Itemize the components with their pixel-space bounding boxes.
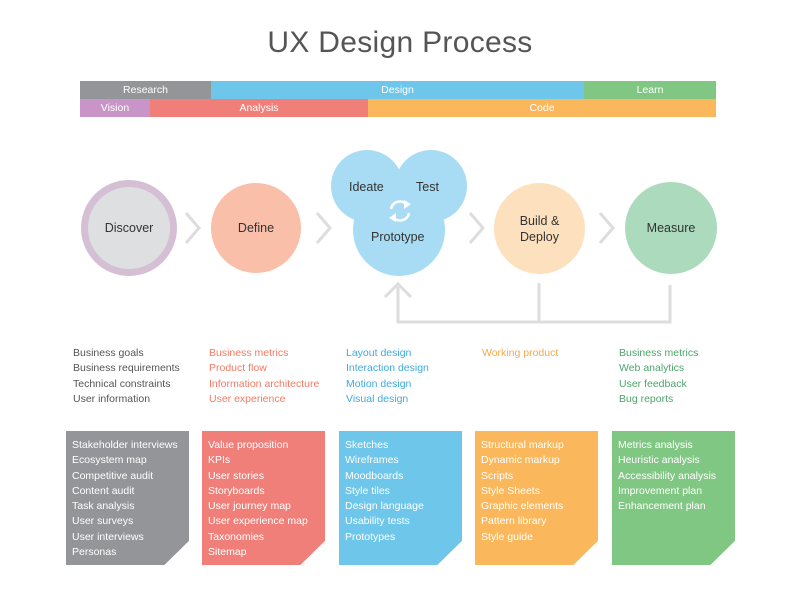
outputs-build: Working product	[482, 346, 558, 361]
list-item: Value proposition	[208, 439, 289, 451]
list-item: Enhancement plan	[618, 500, 706, 513]
stage-discover: Discover	[81, 180, 177, 276]
list-item: Accessibility analysis	[618, 469, 717, 482]
stage-measure: Measure	[625, 182, 717, 274]
stage-build-deploy: Build & Deploy	[494, 183, 585, 274]
list-item: Layout design	[346, 347, 412, 359]
phase-bar-research: Research	[80, 81, 211, 99]
deliverables-code: Structural markup Dynamic markup Scripts…	[475, 431, 598, 565]
list-item: Taxonomies	[208, 530, 265, 543]
list-item: Stakeholder interviews	[72, 439, 178, 451]
list-item: Storyboards	[208, 484, 265, 497]
list-item: Wireframes	[345, 454, 399, 467]
list-item: Personas	[72, 546, 117, 559]
list-item: Bug reports	[619, 392, 674, 405]
list-item: Ecosystem map	[72, 454, 147, 467]
list-item: Design language	[345, 500, 424, 513]
phase-bar-vision: Vision	[80, 99, 150, 117]
chevron-right-icon	[598, 212, 615, 244]
list-item: Scripts	[481, 469, 514, 482]
list-item: Working product	[482, 347, 559, 359]
list-item: User interviews	[72, 530, 144, 543]
phase-bar-design: Design	[211, 81, 584, 99]
arrow-up-icon	[383, 281, 413, 299]
list-item: Business requirements	[73, 362, 180, 375]
ideate-label: Ideate	[349, 180, 384, 194]
stage-define: Define	[211, 183, 301, 273]
list-item: User stories	[208, 469, 265, 482]
feedback-line	[396, 285, 672, 324]
stage-label-line2: Deploy	[520, 229, 559, 244]
test-label: Test	[416, 180, 439, 194]
deliverables-research: Stakeholder interviews Ecosystem map Com…	[66, 431, 189, 565]
list-item: User feedback	[619, 377, 687, 390]
list-item: Style Sheets	[481, 484, 540, 497]
list-item: Business goals	[73, 347, 144, 359]
list-item: Content audit	[72, 484, 135, 497]
list-item: User experience	[209, 392, 286, 405]
outputs-define: Business metrics Product flow Informatio…	[209, 346, 319, 407]
list-item: Business metrics	[209, 347, 289, 359]
list-item: Visual design	[346, 392, 409, 405]
list-item: Competitive audit	[72, 469, 154, 482]
list-item: Product flow	[209, 362, 267, 375]
outputs-discover: Business goals Business requirements Tec…	[73, 346, 180, 407]
list-item: Sketches	[345, 439, 389, 451]
deliverables-design: Sketches Wireframes Moodboards Style til…	[339, 431, 462, 565]
list-item: KPIs	[208, 454, 231, 467]
list-item: Usability tests	[345, 515, 410, 528]
list-item: Pattern library	[481, 515, 547, 528]
list-item: Structural markup	[481, 439, 564, 451]
deliverables-learn: Metrics analysis Heuristic analysis Acce…	[612, 431, 735, 565]
page-title: UX Design Process	[267, 26, 533, 59]
list-item: Task analysis	[72, 500, 135, 513]
list-item: Web analytics	[619, 362, 685, 375]
chevron-right-icon	[315, 212, 332, 244]
list-item: Business metrics	[619, 347, 699, 359]
list-item: Style guide	[481, 530, 533, 543]
list-item: User information	[73, 392, 151, 405]
list-item: Technical constraints	[73, 377, 171, 390]
list-item: Style tiles	[345, 484, 390, 497]
list-item: Motion design	[346, 377, 412, 390]
outputs-design: Layout design Interaction design Motion …	[346, 346, 429, 407]
list-item: User experience map	[208, 515, 308, 528]
list-item: User surveys	[72, 515, 134, 528]
deliverables-analysis: Value proposition KPIs User stories Stor…	[202, 431, 325, 565]
outputs-measure: Business metrics Web analytics User feed…	[619, 346, 698, 407]
phase-bar-analysis: Analysis	[150, 99, 368, 117]
list-item: Information architecture	[209, 377, 320, 390]
list-item: Improvement plan	[618, 484, 703, 497]
list-item: Dynamic markup	[481, 454, 560, 467]
prototype-label: Prototype	[371, 230, 425, 244]
list-item: Sitemap	[208, 546, 247, 559]
stage-label: Discover	[104, 221, 154, 235]
list-item: Moodboards	[345, 469, 404, 482]
list-item: Graphic elements	[481, 500, 564, 513]
refresh-cycle-icon	[389, 200, 411, 222]
chevron-right-icon	[184, 212, 201, 244]
stage-label: Measure	[646, 221, 696, 235]
phase-bar-learn: Learn	[584, 81, 716, 99]
list-item: Metrics analysis	[618, 439, 693, 451]
list-item: User journey map	[208, 500, 291, 513]
list-item: Heuristic analysis	[618, 454, 700, 467]
chevron-right-icon	[468, 212, 485, 244]
list-item: Prototypes	[345, 530, 396, 543]
list-item: Interaction design	[346, 362, 429, 375]
stage-label-line1: Build &	[519, 213, 560, 228]
stage-label: Define	[237, 221, 275, 235]
phase-bar-code: Code	[368, 99, 716, 117]
